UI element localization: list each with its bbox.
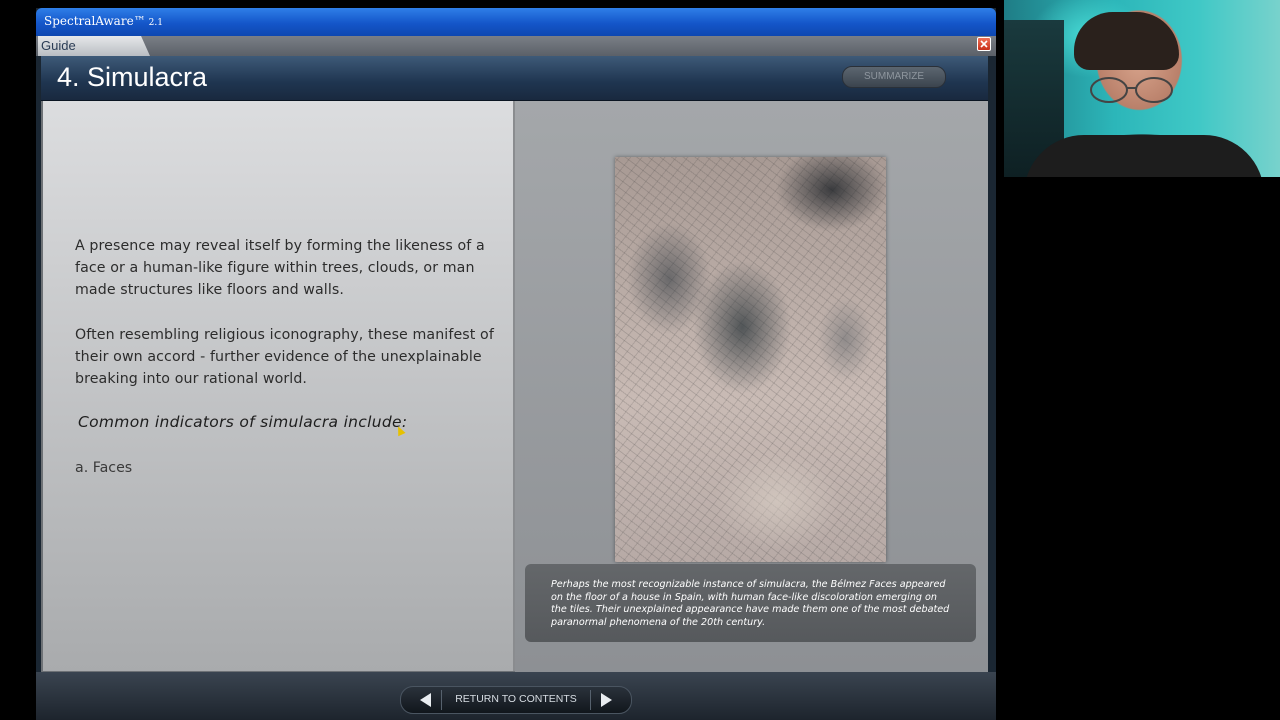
summarize-button[interactable]: SUMMARIZE <box>842 66 946 88</box>
image-caption-box: Perhaps the most recognizable instance o… <box>525 564 976 642</box>
paragraph-2: Often resembling religious iconography, … <box>75 327 494 387</box>
nav-controls: RETURN TO CONTENTS <box>400 686 632 714</box>
text-panel: A presence may reveal itself by forming … <box>43 101 515 671</box>
triangle-right-icon <box>601 693 612 707</box>
close-button[interactable] <box>977 37 991 51</box>
app-name: SpectralAware™ <box>44 14 146 28</box>
close-icon <box>980 40 988 48</box>
paragraph-1: A presence may reveal itself by forming … <box>75 238 485 298</box>
webcam-person-hair <box>1074 12 1179 70</box>
nav-divider <box>441 690 442 710</box>
image-caption: Perhaps the most recognizable instance o… <box>551 579 950 628</box>
indicator-item: a. Faces <box>75 460 133 476</box>
glasses-icon <box>1090 77 1173 103</box>
next-button[interactable] <box>597 691 615 709</box>
tab-guide-label: Guide <box>41 38 76 53</box>
page-header: 4. Simulacra SUMMARIZE <box>41 56 988 102</box>
title-bar: SpectralAware™ 2.1 <box>36 8 996 36</box>
belmez-faces-image <box>615 157 886 562</box>
previous-button[interactable] <box>417 691 435 709</box>
app-window: SpectralAware™ 2.1 Guide 4. Simulacra SUM… <box>36 8 996 720</box>
tab-guide[interactable]: Guide <box>38 36 150 56</box>
page-title: 4. Simulacra <box>57 62 208 92</box>
app-title: SpectralAware™ 2.1 <box>44 14 163 28</box>
app-version: 2.1 <box>148 18 163 28</box>
indicators-heading: Common indicators of simulacra include: <box>78 413 408 431</box>
media-panel: Perhaps the most recognizable instance o… <box>515 101 988 672</box>
content-area: A presence may reveal itself by forming … <box>41 101 988 672</box>
footer-nav: RETURN TO CONTENTS <box>36 672 996 720</box>
webcam-person-shirt <box>1024 135 1264 177</box>
return-to-contents-button[interactable]: RETURN TO CONTENTS <box>451 693 581 705</box>
tab-strip: Guide <box>36 36 996 56</box>
nav-divider <box>590 690 591 710</box>
webcam-overlay <box>1004 0 1280 177</box>
triangle-left-icon <box>420 693 431 707</box>
